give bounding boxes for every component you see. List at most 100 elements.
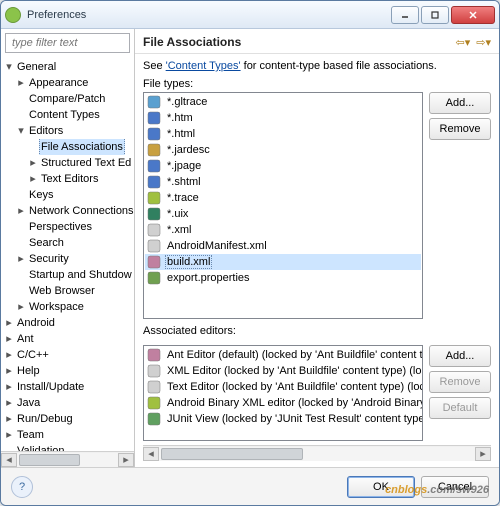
chevron-right-icon[interactable]: ▸ [3, 331, 15, 347]
tree-item[interactable]: ▸Run/Debug [1, 411, 134, 427]
chevron-right-icon[interactable]: ▸ [15, 75, 27, 91]
filetypes-remove-button[interactable]: Remove [429, 118, 491, 140]
chevron-right-icon[interactable]: ▸ [3, 427, 15, 443]
chevron-right-icon[interactable]: ▸ [27, 171, 39, 187]
tree-item[interactable]: ▸Network Connections [1, 203, 134, 219]
tree-item[interactable]: Content Types [1, 107, 134, 123]
filter-box[interactable] [5, 33, 130, 53]
tree-item[interactable]: Search [1, 235, 134, 251]
editors-list[interactable]: Ant Editor (default) (locked by 'Ant Bui… [143, 345, 423, 441]
jar-icon [147, 143, 161, 157]
list-item[interactable]: *.trace [145, 190, 421, 206]
window-title: Preferences [27, 9, 391, 21]
chevron-down-icon[interactable]: ▾ [15, 123, 27, 139]
sidebar-hscroll[interactable]: ◂ ▸ [1, 451, 134, 467]
chevron-right-icon[interactable]: ▸ [27, 155, 39, 171]
tree-item[interactable]: ▸Java [1, 395, 134, 411]
tree-item[interactable]: ▾Editors [1, 123, 134, 139]
forward-icon[interactable]: ⇨▾ [476, 36, 491, 49]
scroll-left-icon[interactable]: ◂ [143, 447, 159, 461]
scroll-right-icon[interactable]: ▸ [475, 447, 491, 461]
list-item[interactable]: Ant Editor (default) (locked by 'Ant Bui… [145, 347, 421, 363]
list-item[interactable]: *.htm [145, 110, 421, 126]
chevron-right-icon[interactable]: ▸ [3, 395, 15, 411]
and-icon [147, 191, 161, 205]
list-item[interactable]: *.uix [145, 206, 421, 222]
titlebar[interactable]: Preferences [1, 1, 499, 29]
tree-item[interactable]: ▸Help [1, 363, 134, 379]
tree-item-label: Ant [15, 331, 36, 347]
tree-item[interactable]: Compare/Patch [1, 91, 134, 107]
list-item-label: *.trace [165, 192, 201, 204]
tree-item[interactable]: ▸Security [1, 251, 134, 267]
chevron-right-icon[interactable]: ▸ [15, 251, 27, 267]
tree-item[interactable]: ▸C/C++ [1, 347, 134, 363]
close-button[interactable] [451, 6, 495, 24]
cancel-button[interactable]: Cancel [421, 476, 489, 498]
ok-button[interactable]: OK [347, 476, 415, 498]
tree-item[interactable]: ▸Android [1, 315, 134, 331]
list-item[interactable]: JUnit View (locked by 'JUnit Test Result… [145, 411, 421, 427]
editors-add-button[interactable]: Add... [429, 345, 491, 367]
tree-item[interactable]: ▸Team [1, 427, 134, 443]
list-item-label: *.uix [165, 208, 190, 220]
tree-item[interactable]: ▸Ant [1, 331, 134, 347]
tree-item[interactable]: Keys [1, 187, 134, 203]
tree-item[interactable]: Startup and Shutdow [1, 267, 134, 283]
list-item[interactable]: *.shtml [145, 174, 421, 190]
list-item-label: Android Binary XML editor (locked by 'An… [165, 397, 423, 409]
chevron-right-icon[interactable]: ▸ [3, 315, 15, 331]
tree-item[interactable]: Perspectives [1, 219, 134, 235]
scroll-right-icon[interactable]: ▸ [118, 453, 134, 467]
editors-default-button[interactable]: Default [429, 397, 491, 419]
chevron-right-icon[interactable]: ▸ [3, 347, 15, 363]
help-button[interactable]: ? [11, 476, 33, 498]
tree-item[interactable]: ▸Install/Update [1, 379, 134, 395]
filetypes-add-button[interactable]: Add... [429, 92, 491, 114]
scroll-left-icon[interactable]: ◂ [1, 453, 17, 467]
sidebar: ▾General▸AppearanceCompare/PatchContent … [1, 29, 135, 467]
content-types-link[interactable]: 'Content Types' [166, 60, 241, 72]
chevron-right-icon[interactable]: ▸ [3, 363, 15, 379]
preferences-tree[interactable]: ▾General▸AppearanceCompare/PatchContent … [1, 57, 134, 451]
chevron-right-icon[interactable]: ▸ [3, 411, 15, 427]
editors-hscroll[interactable]: ◂ ▸ [143, 445, 491, 461]
chevron-right-icon[interactable]: ▸ [15, 299, 27, 315]
file-types-list[interactable]: *.gltrace *.htm *.html*.jardesc*.jpage*.sh… [143, 92, 423, 319]
list-item-label: *.htm [165, 112, 195, 124]
back-icon[interactable]: ⇦▾ [456, 36, 471, 49]
list-item[interactable]: Android Binary XML editor (locked by 'An… [145, 395, 421, 411]
list-item[interactable]: Text Editor (locked by 'Ant Buildfile' c… [145, 379, 421, 395]
filter-input[interactable] [10, 34, 125, 52]
c-icon [147, 95, 161, 109]
tree-item-label: Help [15, 363, 42, 379]
tree-item[interactable]: Validation [1, 443, 134, 451]
tree-item[interactable]: ▸Text Editors [1, 171, 134, 187]
editors-remove-button[interactable]: Remove [429, 371, 491, 393]
list-item[interactable]: *.gltrace [145, 94, 421, 110]
tree-item[interactable]: ▾General [1, 59, 134, 75]
list-item[interactable]: AndroidManifest.xml [145, 238, 421, 254]
tree-item[interactable]: ▸Workspace [1, 299, 134, 315]
chevron-right-icon[interactable]: ▸ [15, 203, 27, 219]
minimize-button[interactable] [391, 6, 419, 24]
maximize-button[interactable] [421, 6, 449, 24]
tree-item-label: Network Connections [27, 203, 134, 219]
list-item[interactable]: *.html [145, 126, 421, 142]
tree-item[interactable]: Web Browser [1, 283, 134, 299]
list-item[interactable]: export.properties [145, 270, 421, 286]
tree-item[interactable]: File Associations [1, 139, 134, 155]
tree-item[interactable]: ▸Structured Text Ed [1, 155, 134, 171]
prop-icon [147, 271, 161, 285]
list-item[interactable]: *.xml [145, 222, 421, 238]
list-item[interactable]: *.jpage [145, 158, 421, 174]
chevron-down-icon[interactable]: ▾ [3, 59, 15, 75]
list-item[interactable]: XML Editor (locked by 'Ant Buildfile' co… [145, 363, 421, 379]
tree-item-label: Search [27, 235, 66, 251]
list-item[interactable]: build.xml [145, 254, 421, 270]
list-item-label: Text Editor (locked by 'Ant Buildfile' c… [165, 381, 423, 393]
chevron-right-icon[interactable]: ▸ [3, 379, 15, 395]
tree-item[interactable]: ▸Appearance [1, 75, 134, 91]
tree-item-label: Workspace [27, 299, 86, 315]
list-item[interactable]: *.jardesc [145, 142, 421, 158]
